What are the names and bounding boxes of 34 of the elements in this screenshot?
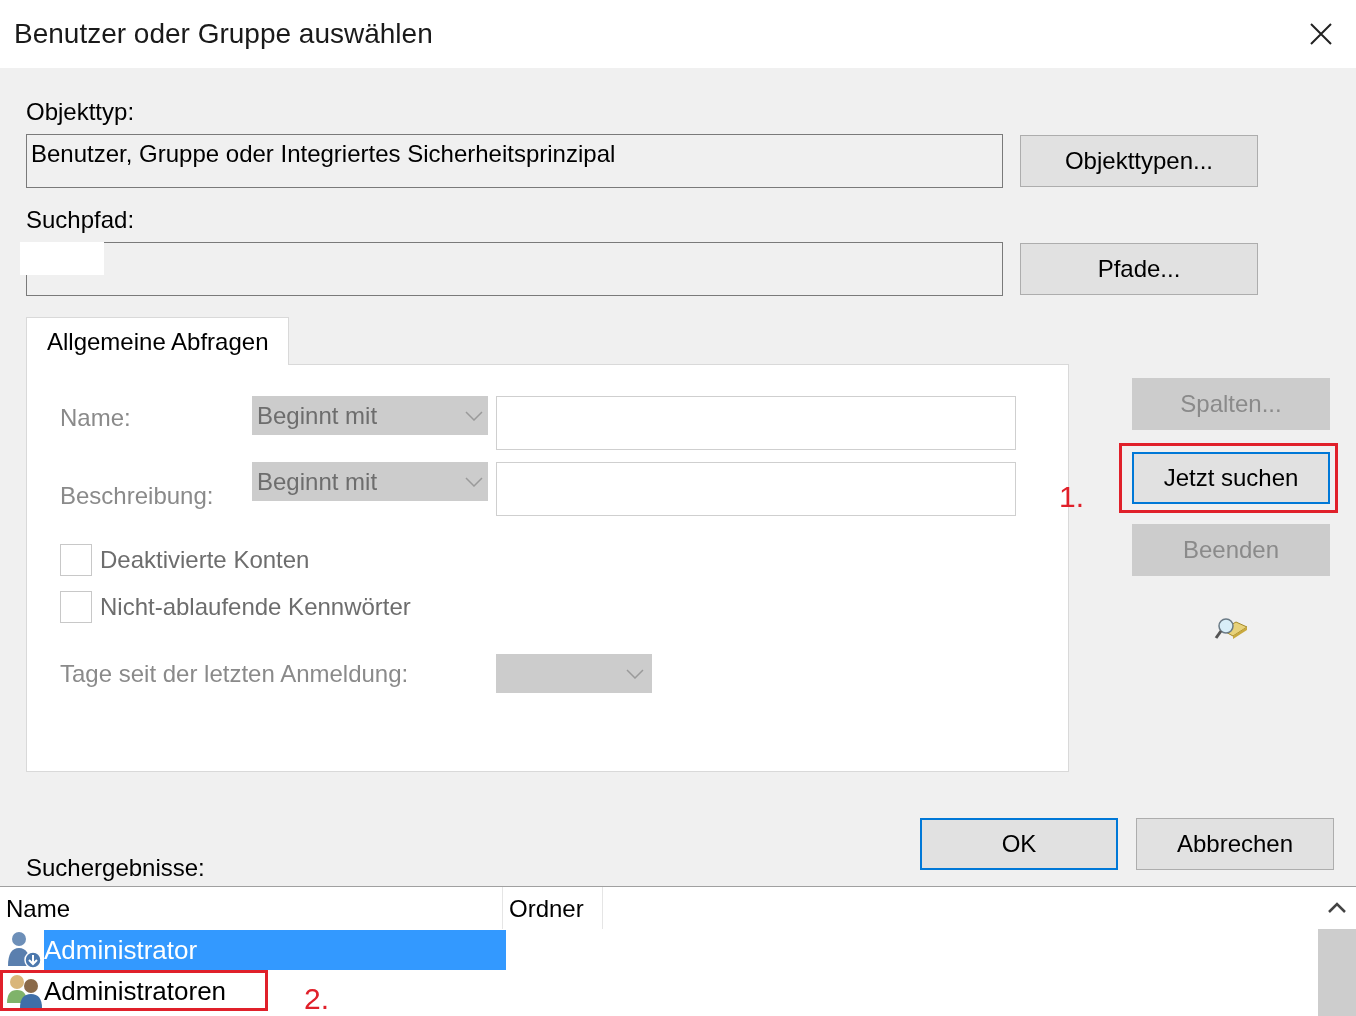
search-directory-icon <box>1214 616 1248 642</box>
checkbox-label: Nicht-ablaufende Kennwörter <box>100 592 411 622</box>
close-button[interactable] <box>1308 21 1334 47</box>
field-label: Objekttyp: <box>26 97 136 127</box>
dialog-button[interactable]: OK <box>920 818 1118 870</box>
close-icon <box>1310 23 1332 45</box>
scrollbar-thumb[interactable] <box>1318 929 1356 1016</box>
annotation-number: 2. <box>304 981 330 1016</box>
column-header[interactable]: Name <box>0 887 503 929</box>
checkbox-label: Deaktivierte Konten <box>100 545 310 575</box>
user-group-icon <box>5 972 43 1009</box>
side-button[interactable]: Jetzt suchen <box>1132 452 1330 504</box>
object-type-field[interactable]: Benutzer, Gruppe oder Integriertes Sicherheitsprinzipal <box>26 134 1003 188</box>
field-label: Beschreibung: <box>60 481 215 511</box>
dialog-button[interactable]: Abbrechen <box>1136 818 1334 870</box>
list-item[interactable]: Administratoren <box>44 970 227 1011</box>
window-title: Benutzer oder Gruppe auswählen <box>14 17 433 51</box>
side-button: Spalten... <box>1132 378 1330 430</box>
section-label: Suchergebnisse: <box>26 854 206 883</box>
scrollbar[interactable] <box>1318 887 1356 1016</box>
field-label: Name: <box>60 403 132 433</box>
field-label: Tage seit der letzten Anmeldung: <box>60 658 410 689</box>
search-path-field[interactable] <box>26 242 1003 296</box>
user-icon <box>5 929 43 970</box>
side-button: Beenden <box>1132 524 1330 576</box>
field-label: Suchpfad: <box>26 205 136 235</box>
tab[interactable]: Allgemeine Abfragen <box>26 317 290 365</box>
object-types-button[interactable]: Objekttypen... <box>1020 135 1258 187</box>
chevron-down-icon <box>465 476 483 487</box>
chevron-down-icon <box>465 410 483 421</box>
chevron-down-icon <box>626 668 644 679</box>
paths-button[interactable]: Pfade... <box>1020 243 1258 295</box>
column-header[interactable]: Ordner <box>503 887 603 929</box>
annotation-number: 1. <box>1059 479 1085 515</box>
